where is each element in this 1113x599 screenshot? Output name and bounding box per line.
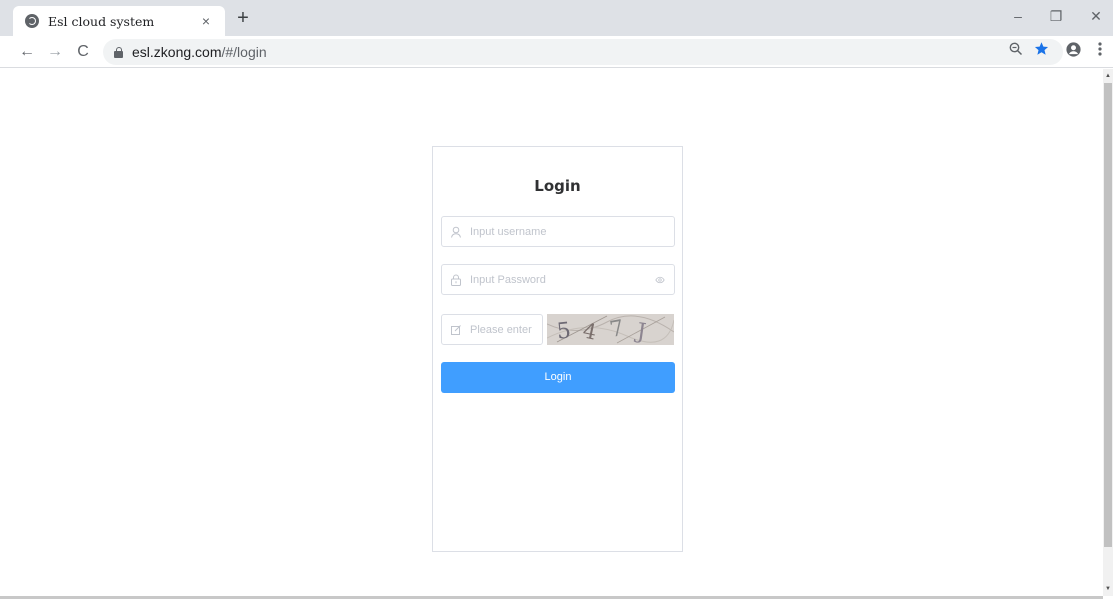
url-host: esl.zkong.com	[132, 44, 222, 60]
browser-toolbar: ← → C esl.zkong.com/#/login	[0, 36, 1113, 68]
username-field[interactable]	[441, 216, 675, 247]
address-bar[interactable]: esl.zkong.com/#/login	[103, 39, 1063, 65]
captcha-field[interactable]	[441, 314, 543, 345]
lock-icon	[451, 274, 461, 286]
password-input[interactable]	[470, 273, 674, 286]
lock-icon	[114, 46, 123, 58]
forward-button[interactable]: →	[44, 41, 66, 63]
tab-close-button[interactable]: ×	[197, 13, 215, 29]
new-tab-button[interactable]: +	[232, 7, 254, 29]
user-icon	[451, 226, 461, 238]
vertical-scrollbar[interactable]: ▲ ▼	[1103, 69, 1113, 596]
scroll-up-icon[interactable]: ▲	[1103, 71, 1113, 81]
restore-button[interactable]: ❐	[1041, 5, 1071, 27]
account-circle-icon[interactable]	[1062, 41, 1084, 63]
back-button[interactable]: ←	[16, 41, 38, 63]
login-button[interactable]: Login	[441, 362, 675, 393]
url-path: /#/login	[221, 44, 267, 60]
svg-text:5: 5	[556, 318, 573, 344]
scroll-down-icon[interactable]: ▼	[1103, 584, 1113, 594]
star-icon[interactable]	[1030, 41, 1052, 63]
username-input[interactable]	[470, 225, 674, 238]
eye-icon[interactable]	[655, 275, 665, 285]
login-card: Login 5 4 7 J Login	[432, 146, 683, 552]
login-title: Login	[534, 177, 581, 195]
browser-tab[interactable]: Esl cloud system ×	[13, 6, 225, 36]
more-vert-icon[interactable]	[1089, 41, 1111, 63]
close-window-button[interactable]: ✕	[1081, 5, 1111, 27]
password-field[interactable]	[441, 264, 675, 295]
scroll-thumb[interactable]	[1104, 83, 1112, 547]
zoom-out-icon[interactable]	[1005, 41, 1027, 63]
captcha-input[interactable]	[470, 323, 542, 336]
tab-title: Esl cloud system	[48, 13, 155, 29]
captcha-image[interactable]: 5 4 7 J	[547, 314, 674, 345]
globe-icon	[25, 14, 39, 28]
reload-button[interactable]: C	[72, 41, 94, 63]
minimize-button[interactable]: –	[1003, 5, 1033, 27]
browser-tab-strip: Esl cloud system × + – ❐ ✕	[0, 0, 1113, 36]
edit-icon	[451, 324, 461, 335]
